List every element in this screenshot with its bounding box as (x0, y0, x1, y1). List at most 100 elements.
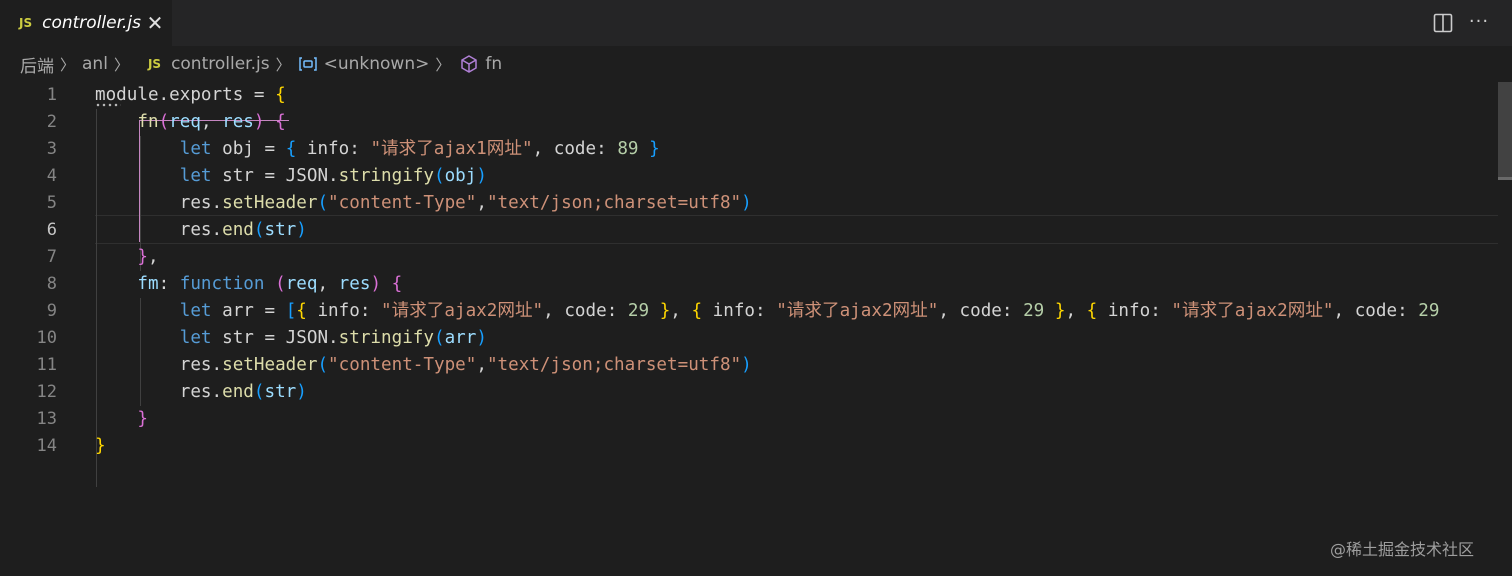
code-line[interactable]: module.exports = { (95, 82, 1512, 109)
line-number: 13 (36, 409, 57, 429)
line-number: 8 (46, 274, 57, 294)
variable-symbol-icon (298, 57, 317, 71)
code-line[interactable]: let obj = { info: "请求了ajax1网址", code: 89… (95, 136, 1512, 163)
code-token: 29 (1023, 301, 1045, 321)
code-token: { (285, 139, 297, 159)
code-line[interactable]: let str = JSON.stringify(arr) (95, 325, 1512, 352)
code-editor[interactable]: 1 2 3 4 5 6 7 8 9 10 11 12 13 14 module.exports = { f… (0, 82, 1512, 576)
method-cube-icon (461, 55, 478, 73)
code-token: setHeader (222, 193, 318, 213)
code-line[interactable]: fn(req, res) { (95, 109, 1512, 136)
code-line[interactable]: let arr = [{ info: "请求了ajax2网址", code: 2… (95, 298, 1512, 325)
code-token: info: (702, 301, 777, 321)
code-token: let (95, 301, 212, 321)
code-token: { (275, 112, 286, 132)
code-content[interactable]: module.exports = { fn(req, res) { let ob… (95, 82, 1512, 460)
code-line[interactable]: }, (95, 244, 1512, 271)
line-number: 9 (46, 301, 57, 321)
code-line[interactable]: res.setHeader("content-Type","text/json;… (95, 352, 1512, 379)
code-token: let (95, 166, 212, 186)
code-token: ( (433, 166, 445, 186)
line-number: 5 (46, 193, 57, 213)
code-line[interactable]: res.end(str) (95, 379, 1512, 406)
code-token: ( (433, 328, 445, 348)
chevron-right-icon: 〉 (113, 55, 129, 74)
line-number: 12 (36, 382, 57, 402)
line-number: 3 (46, 139, 57, 159)
code-token: { (1086, 301, 1098, 321)
scrollbar-thumb[interactable] (1498, 82, 1512, 180)
tab-controller-js[interactable]: JS controller.js ✕ (0, 0, 172, 46)
code-token: ) (741, 355, 752, 375)
code-token: , (670, 301, 692, 321)
line-number: 6 (46, 220, 57, 240)
close-icon[interactable]: ✕ (144, 11, 166, 35)
code-token: [ (285, 301, 297, 321)
line-number: 14 (36, 436, 57, 456)
line-number: 1 (46, 85, 57, 105)
code-token: "请求了ajax1网址" (370, 139, 533, 159)
code-token: end (222, 382, 254, 402)
code-line[interactable]: fm: function (req, res) { (95, 271, 1512, 298)
chevron-right-icon: 〉 (275, 55, 291, 74)
code-token: ) (370, 274, 382, 294)
line-number: 4 (46, 166, 57, 186)
breadcrumb-folder-backend[interactable]: 后端 (20, 52, 54, 77)
code-token: , (476, 193, 487, 213)
code-token: } (1054, 301, 1066, 321)
code-token: } (659, 301, 671, 321)
code-token: , code: (543, 301, 628, 321)
code-token: ( (317, 355, 329, 375)
code-token: ) (296, 382, 307, 402)
code-token: ( (158, 112, 170, 132)
watermark: @稀土掘金技术社区 (1330, 540, 1475, 559)
more-actions-icon[interactable]: ··· (1466, 11, 1492, 35)
chevron-right-icon: 〉 (435, 55, 451, 74)
breadcrumb-method-fn[interactable]: fn (485, 54, 502, 74)
code-line[interactable]: } (95, 433, 1512, 460)
code-token: 89 (617, 139, 639, 159)
code-line[interactable]: } (95, 406, 1512, 433)
scrollbar-cursor-marker (1498, 177, 1512, 180)
code-token: ( (317, 193, 329, 213)
breadcrumb-file[interactable]: controller.js (171, 54, 270, 74)
code-token: , (200, 112, 223, 132)
code-line[interactable]: let str = JSON.stringify(obj) (95, 163, 1512, 190)
line-number: 10 (36, 328, 57, 348)
code-token: res. (95, 220, 223, 240)
code-token: , (1065, 301, 1087, 321)
code-token: let (95, 328, 212, 348)
code-line[interactable]: res.setHeader("content-Type","text/json;… (95, 190, 1512, 217)
code-token: info: (296, 139, 371, 159)
code-token: obj = (211, 139, 286, 159)
code-token: { (691, 301, 703, 321)
code-token: , code: (532, 139, 618, 159)
line-number-gutter: 1 2 3 4 5 6 7 8 9 10 11 12 13 14 (0, 82, 60, 460)
code-token: } (649, 139, 660, 159)
code-token: 29 (1418, 301, 1440, 321)
code-token: res. (95, 355, 223, 375)
split-editor-icon[interactable] (1433, 13, 1453, 33)
code-token: "请求了ajax2网址" (776, 301, 939, 321)
code-token: } (137, 409, 148, 429)
chevron-right-icon: 〉 (60, 55, 76, 74)
code-token: res (222, 112, 254, 132)
code-token: info: (306, 301, 382, 321)
breadcrumb-symbol-unknown[interactable]: <unknown> (324, 54, 430, 74)
breadcrumb: 后端 〉 anl 〉 JS controller.js 〉 <unknown> … (0, 46, 1512, 82)
code-token: ) (253, 112, 265, 132)
javascript-file-icon: JS (147, 57, 162, 71)
breadcrumb-folder-anl[interactable]: anl (82, 54, 108, 74)
code-token: str = JSON. (211, 166, 339, 186)
code-line[interactable]: res.end(str) (95, 217, 1512, 244)
code-token: { (391, 274, 403, 294)
code-token: let (95, 139, 212, 159)
hint-dots-indicator (95, 103, 121, 107)
